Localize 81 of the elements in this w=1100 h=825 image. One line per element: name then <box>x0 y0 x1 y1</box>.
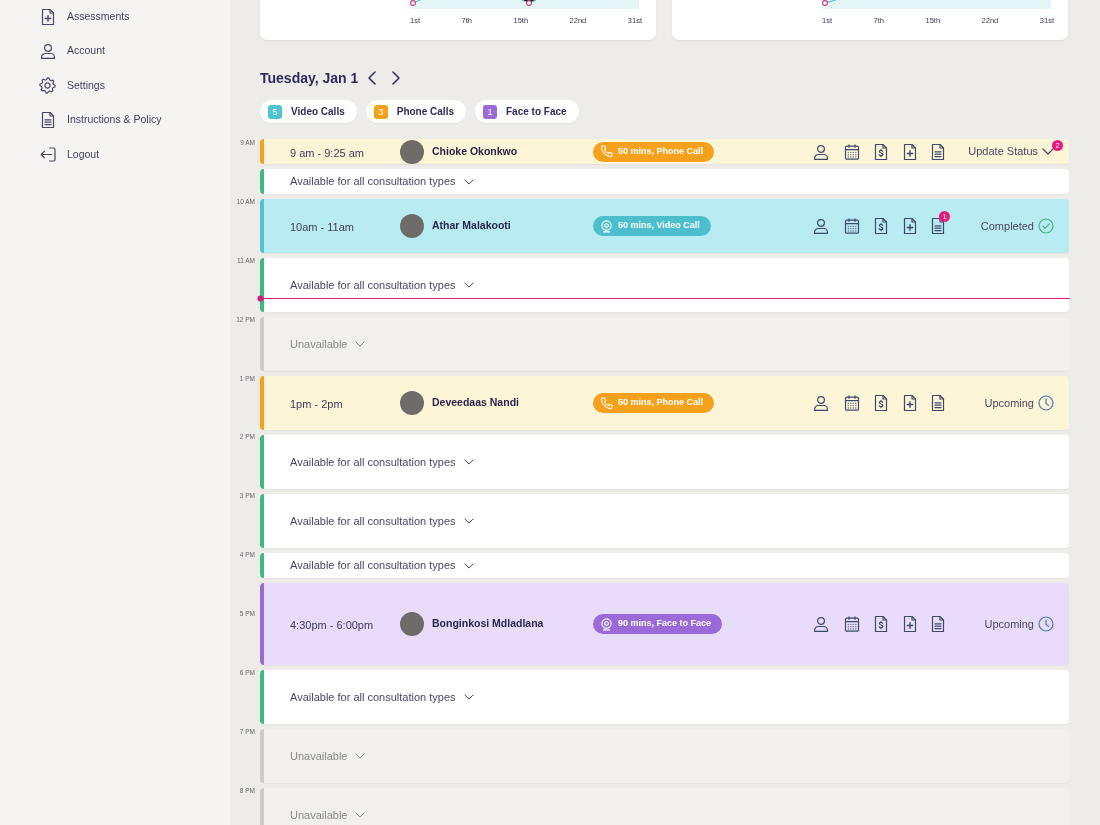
chevron-down-icon <box>1042 148 1054 155</box>
document-plus-icon[interactable] <box>902 615 917 633</box>
chevron-down-icon <box>463 562 474 569</box>
document-plus-icon <box>40 7 55 26</box>
clock-icon <box>1038 395 1054 411</box>
person-icon <box>39 43 56 59</box>
dollar-document-icon[interactable] <box>874 217 888 235</box>
calendar-icon[interactable] <box>843 218 860 234</box>
dollar-document-icon[interactable] <box>874 394 888 412</box>
count-badge: 3 <box>373 104 388 119</box>
patient-name: Bonginkosi Mdladlana <box>432 616 544 632</box>
appointment-time: 10am - 11am <box>290 221 354 233</box>
sidebar-item[interactable]: Assessments <box>39 7 130 26</box>
settings-icon <box>39 77 56 94</box>
sidebar-item[interactable]: Instructions & Policy <box>39 111 162 129</box>
document-icon[interactable] <box>931 217 945 235</box>
call-type-text: 90 mins, Face to Face <box>618 617 712 631</box>
calendar-icon[interactable] <box>843 616 860 632</box>
chevron-down-icon <box>463 282 474 288</box>
availability-dropdown[interactable]: Available for all consultation types <box>290 688 474 706</box>
availability-dropdown[interactable]: Available for all consultation types <box>290 276 474 294</box>
patient-name: Chioke Okonkwo <box>432 143 518 159</box>
document-icon[interactable] <box>931 394 945 412</box>
document-plus-icon[interactable] <box>902 394 917 412</box>
chevron-down-icon <box>463 178 474 185</box>
availability-dropdown[interactable]: Available for all consultation types <box>290 557 474 574</box>
availability-dropdown[interactable]: Available for all consultation types <box>290 453 474 471</box>
filter-chip[interactable]: 5 Video Calls <box>260 100 357 123</box>
person-icon[interactable] <box>813 218 829 234</box>
avatar-placeholder <box>400 391 424 415</box>
calendar-icon[interactable] <box>843 395 860 411</box>
call-type-text: 50 mins, Phone Call <box>618 144 704 158</box>
person-icon[interactable] <box>813 143 829 160</box>
appointment-time: 1pm - 2pm <box>290 398 343 410</box>
status-label: Upcoming <box>984 616 1034 632</box>
chevron-down-icon <box>463 518 474 524</box>
dollar-document-icon[interactable] <box>874 615 888 633</box>
check-circle-icon <box>1038 218 1054 234</box>
status-label: Completed <box>980 218 1034 234</box>
clock-icon <box>1038 616 1054 632</box>
patient-name: Athar Malakooti <box>432 218 511 234</box>
count-badge: 5 <box>268 104 282 119</box>
call-type-text: 50 mins, Video Call <box>618 219 700 233</box>
phone-icon <box>600 145 613 158</box>
chevron-down-icon <box>355 812 366 818</box>
filter-chip[interactable]: 1 Face to Face <box>475 100 579 123</box>
person-icon[interactable] <box>813 395 829 411</box>
count-badge: 1 <box>483 104 497 119</box>
chevron-down-icon <box>463 459 474 465</box>
sidebar-item[interactable]: Account <box>39 42 105 60</box>
availability-dropdown[interactable]: Available for all consultation types <box>290 512 474 530</box>
person-icon[interactable] <box>813 616 829 632</box>
avatar-placeholder <box>400 139 424 164</box>
avatar-placeholder <box>400 214 424 238</box>
chevron-down-icon <box>355 341 366 347</box>
document-icon[interactable] <box>931 142 945 161</box>
patient-name: Deveedaas Nandi <box>432 395 519 411</box>
chevron-down-icon <box>355 753 366 759</box>
avatar-placeholder <box>400 612 424 636</box>
appointment-time: 4:30pm - 6:00pm <box>290 619 374 631</box>
dollar-document-icon[interactable] <box>874 142 888 161</box>
next-day-button[interactable] <box>392 71 401 85</box>
document-plus-icon[interactable] <box>902 142 917 161</box>
phone-icon <box>600 396 613 410</box>
sidebar-item[interactable]: Logout <box>39 145 100 164</box>
previous-day-button[interactable] <box>368 71 377 85</box>
date-title: Tuesday, Jan 1 <box>260 68 359 88</box>
chevron-down-icon <box>463 694 474 700</box>
document-icon[interactable] <box>931 615 945 633</box>
document-plus-icon[interactable] <box>902 217 917 235</box>
appointment-time: 9 am - 9:25 am <box>290 146 364 159</box>
webcam-icon <box>600 219 613 233</box>
logout-icon <box>39 146 56 163</box>
call-type-text: 50 mins, Phone Call <box>618 396 704 410</box>
sidebar-item[interactable]: Settings <box>39 76 105 95</box>
availability-dropdown[interactable]: Available for all consultation types <box>290 173 474 190</box>
document-icon <box>40 111 55 129</box>
webcam-icon <box>600 617 613 631</box>
status-label: Upcoming <box>984 395 1034 411</box>
calendar-icon[interactable] <box>843 143 860 160</box>
filter-chip[interactable]: 3 Phone Calls <box>365 100 466 123</box>
